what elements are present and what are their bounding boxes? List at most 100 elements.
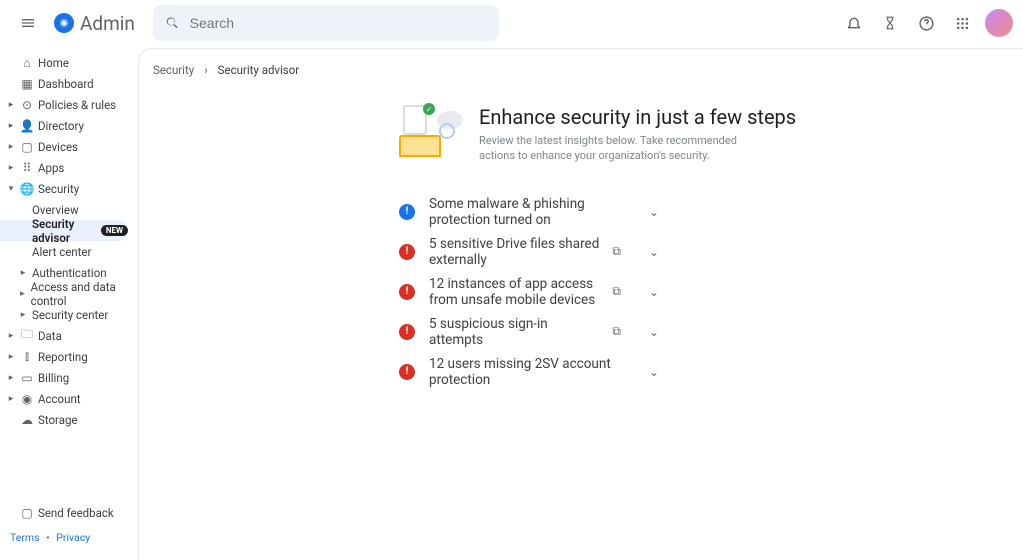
external-link-icon[interactable]: ⧉ — [612, 244, 621, 259]
sidebar-item-label: Authentication — [32, 266, 107, 280]
sidebar: ⌂ Home ▦ Dashboard ▸ ⊙ Policies & rules ▸… — [0, 46, 138, 560]
sidebar-item-account[interactable]: ▸ ◉ Account — [0, 388, 138, 409]
search-input[interactable] — [190, 15, 487, 31]
insight-row[interactable]: ! 12 users missing 2SV account protectio… — [399, 352, 779, 392]
chevron-right-icon: ▸ — [6, 394, 16, 404]
alert-status-icon: ! — [399, 324, 415, 340]
breadcrumb: Security › Security advisor — [139, 63, 1023, 77]
sidebar-item-security[interactable]: ▾🌐 Security — [0, 178, 138, 199]
sidebar-send-feedback[interactable]: ▢ Send feedback — [0, 502, 138, 523]
sidebar-item-label: Devices — [38, 140, 78, 154]
account-icon: ◉ — [20, 392, 34, 406]
account-avatar[interactable] — [985, 9, 1013, 37]
apps-grid-icon — [955, 16, 970, 31]
sidebar-item-devices[interactable]: ▸▢ Devices — [0, 136, 138, 157]
chevron-right-icon: ▸ — [6, 163, 16, 173]
hero-illustration: ✓ — [399, 105, 457, 157]
brand-text: Admin — [80, 12, 135, 35]
chevron-right-icon: › — [204, 63, 207, 77]
sidebar-item-label: Overview — [32, 203, 79, 217]
chevron-right-icon: ▸ — [6, 121, 16, 131]
search-icon — [165, 15, 180, 31]
sidebar-item-label: Security center — [32, 308, 108, 322]
sidebar-item-label: Alert center — [32, 245, 91, 259]
bell-icon — [846, 15, 862, 31]
chevron-right-icon: ▸ — [18, 310, 28, 320]
page-title: Enhance security in just a few steps — [479, 105, 796, 129]
feedback-icon: ▢ — [20, 506, 34, 520]
terms-link[interactable]: Terms — [10, 531, 40, 544]
devices-icon: ▢ — [20, 140, 34, 154]
sidebar-item-reporting[interactable]: ▸ ⫾ Reporting — [0, 346, 138, 367]
hero: ✓ Enhance security in just a few steps R… — [139, 105, 1023, 164]
checkmark-icon: ✓ — [423, 103, 435, 115]
sidebar-item-home[interactable]: ⌂ Home — [0, 52, 138, 73]
breadcrumb-current: Security advisor — [218, 63, 300, 77]
hourglass-icon — [883, 15, 897, 31]
tasks-button[interactable] — [873, 6, 907, 40]
sidebar-item-label: Home — [38, 56, 69, 70]
search-bar[interactable] — [153, 5, 499, 41]
chevron-right-icon: ▸ — [18, 289, 27, 299]
apps-button[interactable] — [945, 6, 979, 40]
alert-status-icon: ! — [399, 244, 415, 260]
main-menu-button[interactable] — [10, 5, 46, 41]
sidebar-item-label: Apps — [38, 161, 64, 175]
insight-row[interactable]: ! 5 suspicious sign-in attempts ⧉ ⌄ — [399, 312, 779, 352]
sidebar-item-label: Policies & rules — [38, 98, 116, 112]
logo[interactable]: Admin — [54, 12, 135, 35]
sidebar-item-label: Data — [38, 329, 62, 343]
insight-label: 5 suspicious sign-in attempts — [429, 316, 604, 348]
insight-label: 5 sensitive Drive files shared externall… — [429, 236, 604, 268]
insight-label: Some malware & phishing protection turne… — [429, 196, 621, 228]
help-button[interactable] — [909, 6, 943, 40]
sidebar-item-directory[interactable]: ▸👤 Directory — [0, 115, 138, 136]
header: Admin — [0, 0, 1023, 46]
storage-icon: ☁ — [20, 413, 34, 427]
help-icon — [918, 15, 935, 32]
reporting-icon: ⫾ — [20, 349, 34, 364]
directory-icon: 👤 — [20, 119, 34, 133]
sidebar-item-label: Security — [38, 182, 79, 196]
sidebar-item-data[interactable]: ▸🗀 Data — [0, 325, 138, 346]
chevron-right-icon: ▸ — [6, 100, 16, 110]
sidebar-item-label: Storage — [38, 413, 78, 427]
insight-row[interactable]: ! 5 sensitive Drive files shared externa… — [399, 232, 779, 272]
sidebar-item-dashboard[interactable]: ▦ Dashboard — [0, 73, 138, 94]
billing-icon: ▭ — [20, 371, 34, 385]
sidebar-item-apps[interactable]: ▸⠿ Apps — [0, 157, 138, 178]
chevron-right-icon: ▸ — [6, 352, 16, 362]
chevron-down-icon: ⌄ — [649, 245, 779, 259]
main-content: Security › Security advisor ✓ Enhance se… — [138, 48, 1023, 560]
sidebar-item-label: Reporting — [38, 350, 88, 364]
sidebar-sub-security-advisor[interactable]: Security advisor NEW — [0, 220, 128, 241]
policies-icon: ⊙ — [20, 98, 34, 112]
sidebar-sub-alert-center[interactable]: Alert center — [0, 241, 138, 262]
sidebar-sub-security-center[interactable]: ▸ Security center — [0, 304, 138, 325]
sidebar-item-billing[interactable]: ▸▭ Billing — [0, 367, 138, 388]
info-status-icon: ! — [399, 204, 415, 220]
insight-label: 12 users missing 2SV account protection — [429, 356, 621, 388]
privacy-link[interactable]: Privacy — [56, 531, 90, 544]
chevron-down-icon: ⌄ — [649, 365, 779, 379]
header-actions — [837, 6, 1013, 40]
insights-list: ! Some malware & phishing protection tur… — [139, 192, 779, 392]
chevron-down-icon: ⌄ — [649, 325, 779, 339]
security-icon: 🌐 — [20, 182, 34, 196]
sidebar-item-policies[interactable]: ▸ ⊙ Policies & rules — [0, 94, 138, 115]
breadcrumb-root[interactable]: Security — [153, 63, 194, 77]
notifications-button[interactable] — [837, 6, 871, 40]
data-icon: 🗀 — [20, 325, 34, 346]
insight-row[interactable]: ! 12 instances of app access from unsafe… — [399, 272, 779, 312]
sidebar-sub-access-data[interactable]: ▸ Access and data control — [0, 283, 138, 304]
external-link-icon[interactable]: ⧉ — [612, 324, 621, 339]
page-subtitle: Review the latest insights below. Take r… — [479, 133, 759, 164]
sidebar-item-label: Account — [38, 392, 81, 406]
admin-logo-icon — [54, 13, 74, 33]
sidebar-item-storage[interactable]: ☁ Storage — [0, 409, 138, 430]
chevron-right-icon: ▸ — [6, 373, 16, 383]
home-icon: ⌂ — [20, 56, 34, 70]
chevron-down-icon: ⌄ — [649, 285, 779, 299]
external-link-icon[interactable]: ⧉ — [612, 284, 621, 299]
insight-row[interactable]: ! Some malware & phishing protection tur… — [399, 192, 779, 232]
